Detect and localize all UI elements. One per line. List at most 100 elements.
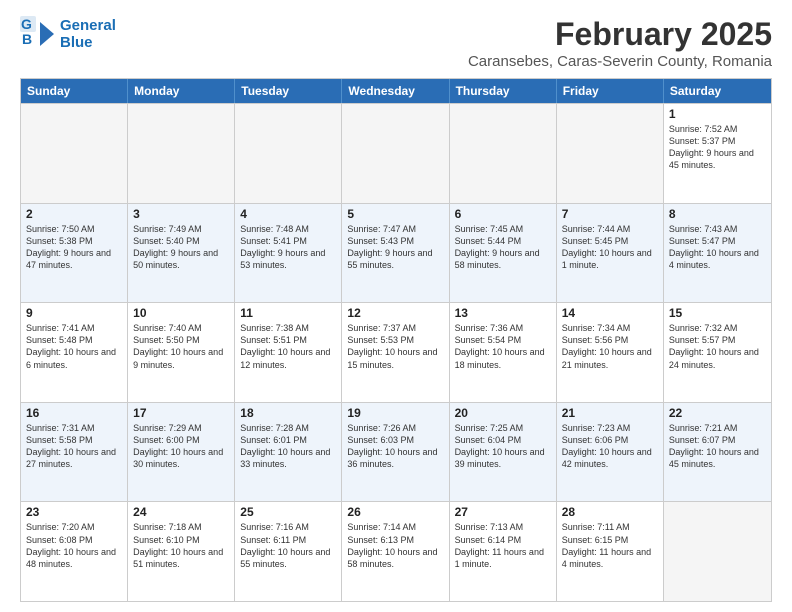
header-day-thursday: Thursday [450, 79, 557, 103]
day-info: Sunrise: 7:45 AM Sunset: 5:44 PM Dayligh… [455, 223, 551, 272]
day-info: Sunrise: 7:37 AM Sunset: 5:53 PM Dayligh… [347, 322, 443, 371]
day-info: Sunrise: 7:21 AM Sunset: 6:07 PM Dayligh… [669, 422, 766, 471]
day-info: Sunrise: 7:32 AM Sunset: 5:57 PM Dayligh… [669, 322, 766, 371]
day-number: 5 [347, 207, 443, 221]
day-cell-6: 6 Sunrise: 7:45 AM Sunset: 5:44 PM Daylig… [450, 204, 557, 303]
calendar-row-1: 2 Sunrise: 7:50 AM Sunset: 5:38 PM Daylig… [21, 203, 771, 303]
day-cell-7: 7 Sunrise: 7:44 AM Sunset: 5:45 PM Daylig… [557, 204, 664, 303]
calendar: SundayMondayTuesdayWednesdayThursdayFrid… [20, 78, 772, 602]
day-number: 4 [240, 207, 336, 221]
day-number: 19 [347, 406, 443, 420]
day-info: Sunrise: 7:34 AM Sunset: 5:56 PM Dayligh… [562, 322, 658, 371]
day-number: 11 [240, 306, 336, 320]
empty-cell [557, 104, 664, 203]
day-cell-10: 10 Sunrise: 7:40 AM Sunset: 5:50 PM Dayli… [128, 303, 235, 402]
day-info: Sunrise: 7:48 AM Sunset: 5:41 PM Dayligh… [240, 223, 336, 272]
day-info: Sunrise: 7:41 AM Sunset: 5:48 PM Dayligh… [26, 322, 122, 371]
day-cell-27: 27Sunrise: 7:13 AM Sunset: 6:14 PM Dayli… [450, 502, 557, 601]
day-cell-8: 8 Sunrise: 7:43 AM Sunset: 5:47 PM Daylig… [664, 204, 771, 303]
logo-words: General Blue [60, 17, 116, 52]
day-info: Sunrise: 7:43 AM Sunset: 5:47 PM Dayligh… [669, 223, 766, 272]
day-info: Sunrise: 7:11 AM Sunset: 6:15 PM Dayligh… [562, 521, 658, 570]
day-cell-14: 14 Sunrise: 7:34 AM Sunset: 5:56 PM Dayli… [557, 303, 664, 402]
day-number: 10 [133, 306, 229, 320]
day-cell-1: 1Sunrise: 7:52 AM Sunset: 5:37 PM Daylig… [664, 104, 771, 203]
day-cell-19: 19Sunrise: 7:26 AM Sunset: 6:03 PM Dayli… [342, 403, 449, 502]
day-cell-3: 3 Sunrise: 7:49 AM Sunset: 5:40 PM Daylig… [128, 204, 235, 303]
day-info: Sunrise: 7:20 AM Sunset: 6:08 PM Dayligh… [26, 521, 122, 570]
calendar-header: SundayMondayTuesdayWednesdayThursdayFrid… [21, 79, 771, 103]
empty-cell [664, 502, 771, 601]
day-number: 25 [240, 505, 336, 519]
day-cell-16: 16Sunrise: 7:31 AM Sunset: 5:58 PM Dayli… [21, 403, 128, 502]
day-cell-22: 22 Sunrise: 7:21 AM Sunset: 6:07 PM Dayli… [664, 403, 771, 502]
day-info: Sunrise: 7:28 AM Sunset: 6:01 PM Dayligh… [240, 422, 336, 471]
svg-text:G: G [21, 16, 32, 32]
day-info: Sunrise: 7:16 AM Sunset: 6:11 PM Dayligh… [240, 521, 336, 570]
empty-cell [235, 104, 342, 203]
day-number: 3 [133, 207, 229, 221]
day-info: Sunrise: 7:14 AM Sunset: 6:13 PM Dayligh… [347, 521, 443, 570]
day-cell-5: 5 Sunrise: 7:47 AM Sunset: 5:43 PM Daylig… [342, 204, 449, 303]
header-day-tuesday: Tuesday [235, 79, 342, 103]
day-cell-2: 2 Sunrise: 7:50 AM Sunset: 5:38 PM Daylig… [21, 204, 128, 303]
logo-blue: Blue [60, 34, 116, 51]
day-number: 16 [26, 406, 122, 420]
logo-svg: G B [20, 16, 56, 52]
header-day-friday: Friday [557, 79, 664, 103]
main-title: February 2025 [468, 16, 772, 53]
day-number: 9 [26, 306, 122, 320]
calendar-row-4: 23 Sunrise: 7:20 AM Sunset: 6:08 PM Dayli… [21, 501, 771, 601]
day-number: 20 [455, 406, 551, 420]
day-cell-11: 11Sunrise: 7:38 AM Sunset: 5:51 PM Dayli… [235, 303, 342, 402]
day-cell-24: 24Sunrise: 7:18 AM Sunset: 6:10 PM Dayli… [128, 502, 235, 601]
day-info: Sunrise: 7:40 AM Sunset: 5:50 PM Dayligh… [133, 322, 229, 371]
day-number: 23 [26, 505, 122, 519]
header: G B General Blue February 2025 Caransebe… [20, 16, 772, 70]
day-number: 8 [669, 207, 766, 221]
day-cell-15: 15 Sunrise: 7:32 AM Sunset: 5:57 PM Dayli… [664, 303, 771, 402]
day-cell-12: 12 Sunrise: 7:37 AM Sunset: 5:53 PM Dayli… [342, 303, 449, 402]
day-cell-26: 26 Sunrise: 7:14 AM Sunset: 6:13 PM Dayli… [342, 502, 449, 601]
day-cell-20: 20Sunrise: 7:25 AM Sunset: 6:04 PM Dayli… [450, 403, 557, 502]
day-number: 6 [455, 207, 551, 221]
day-number: 7 [562, 207, 658, 221]
day-number: 12 [347, 306, 443, 320]
day-number: 17 [133, 406, 229, 420]
day-cell-23: 23 Sunrise: 7:20 AM Sunset: 6:08 PM Dayli… [21, 502, 128, 601]
day-cell-18: 18 Sunrise: 7:28 AM Sunset: 6:01 PM Dayli… [235, 403, 342, 502]
header-day-saturday: Saturday [664, 79, 771, 103]
empty-cell [128, 104, 235, 203]
day-info: Sunrise: 7:44 AM Sunset: 5:45 PM Dayligh… [562, 223, 658, 272]
empty-cell [342, 104, 449, 203]
empty-cell [450, 104, 557, 203]
day-info: Sunrise: 7:47 AM Sunset: 5:43 PM Dayligh… [347, 223, 443, 272]
day-cell-13: 13Sunrise: 7:36 AM Sunset: 5:54 PM Dayli… [450, 303, 557, 402]
day-number: 24 [133, 505, 229, 519]
day-info: Sunrise: 7:29 AM Sunset: 6:00 PM Dayligh… [133, 422, 229, 471]
day-number: 2 [26, 207, 122, 221]
day-info: Sunrise: 7:36 AM Sunset: 5:54 PM Dayligh… [455, 322, 551, 371]
calendar-body: 1Sunrise: 7:52 AM Sunset: 5:37 PM Daylig… [21, 103, 771, 601]
svg-text:B: B [22, 31, 32, 47]
day-number: 15 [669, 306, 766, 320]
day-cell-21: 21Sunrise: 7:23 AM Sunset: 6:06 PM Dayli… [557, 403, 664, 502]
day-number: 28 [562, 505, 658, 519]
day-cell-28: 28 Sunrise: 7:11 AM Sunset: 6:15 PM Dayli… [557, 502, 664, 601]
logo-general: General [60, 17, 116, 34]
day-info: Sunrise: 7:50 AM Sunset: 5:38 PM Dayligh… [26, 223, 122, 272]
page: G B General Blue February 2025 Caransebe… [0, 0, 792, 612]
day-number: 22 [669, 406, 766, 420]
day-info: Sunrise: 7:52 AM Sunset: 5:37 PM Dayligh… [669, 123, 766, 172]
day-cell-4: 4 Sunrise: 7:48 AM Sunset: 5:41 PM Daylig… [235, 204, 342, 303]
day-number: 26 [347, 505, 443, 519]
header-day-monday: Monday [128, 79, 235, 103]
day-number: 14 [562, 306, 658, 320]
calendar-row-2: 9 Sunrise: 7:41 AM Sunset: 5:48 PM Daylig… [21, 302, 771, 402]
day-number: 18 [240, 406, 336, 420]
day-info: Sunrise: 7:13 AM Sunset: 6:14 PM Dayligh… [455, 521, 551, 570]
day-cell-17: 17 Sunrise: 7:29 AM Sunset: 6:00 PM Dayli… [128, 403, 235, 502]
header-day-wednesday: Wednesday [342, 79, 449, 103]
calendar-row-0: 1Sunrise: 7:52 AM Sunset: 5:37 PM Daylig… [21, 103, 771, 203]
day-info: Sunrise: 7:49 AM Sunset: 5:40 PM Dayligh… [133, 223, 229, 272]
